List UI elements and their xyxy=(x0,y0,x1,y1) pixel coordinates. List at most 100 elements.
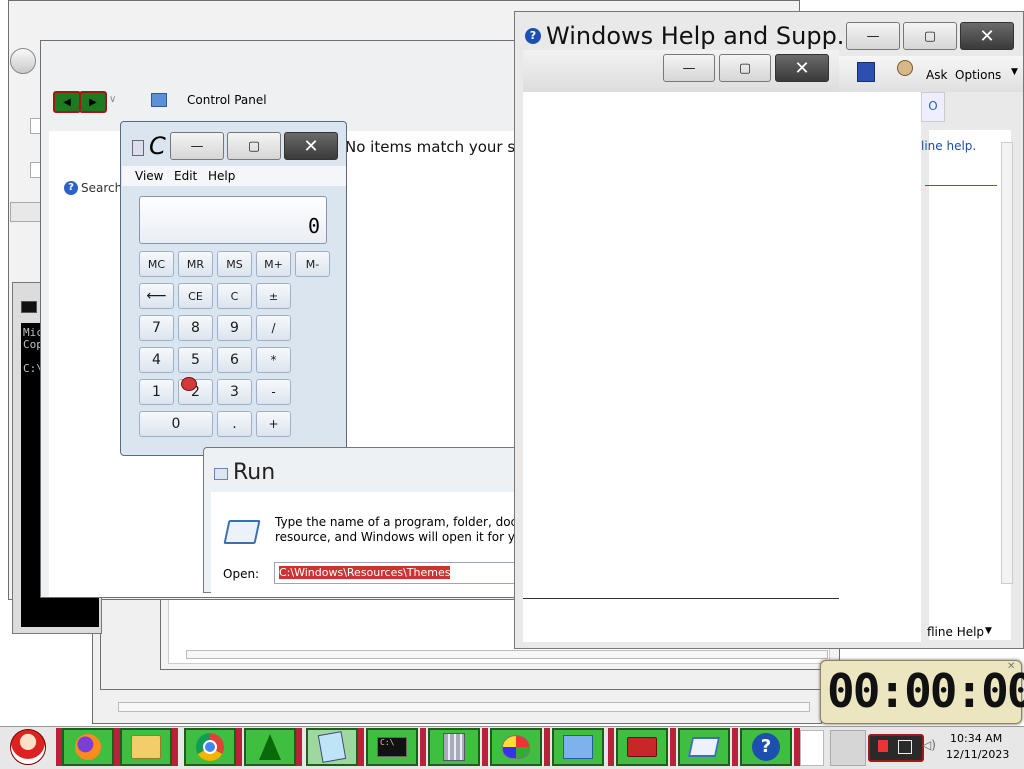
calculator-minimize-button[interactable]: — xyxy=(170,132,224,160)
nested-minimize-button[interactable]: — xyxy=(663,54,715,82)
volume-icon[interactable]: ◁) xyxy=(922,738,936,752)
taskbar-run[interactable] xyxy=(678,728,730,766)
nested-maximize-button[interactable]: ▢ xyxy=(719,54,771,82)
run-dialog: Run Type the name of a program, folder, … xyxy=(203,447,549,593)
cmd-icon: C:\ xyxy=(377,737,407,757)
start-button[interactable] xyxy=(2,726,54,768)
taskbar-divider xyxy=(732,728,738,766)
run-title: Run xyxy=(233,460,276,485)
left-background-window-orb[interactable] xyxy=(10,48,36,74)
options-link[interactable]: Options xyxy=(955,68,1001,82)
calculator-title: C xyxy=(149,132,166,160)
taskbar-paint[interactable] xyxy=(490,728,542,766)
ms-button[interactable]: MS xyxy=(217,251,252,277)
mr-button[interactable]: MR xyxy=(178,251,213,277)
calculator-app-icon xyxy=(132,140,144,156)
calculator-close-button[interactable]: ✕ xyxy=(284,132,338,160)
address-bar-text[interactable]: Control Panel xyxy=(187,93,267,107)
taskbar-firefox[interactable] xyxy=(62,728,114,766)
calculator-maximize-button[interactable]: ▢ xyxy=(227,132,281,160)
m-plus-button[interactable]: M+ xyxy=(256,251,291,277)
digit-3-button[interactable]: 3 xyxy=(217,379,252,405)
menu-help[interactable]: Help xyxy=(208,169,235,183)
taskbar-control-panel[interactable] xyxy=(552,728,604,766)
ask-icon[interactable] xyxy=(897,60,913,76)
help-scrollbar[interactable] xyxy=(1001,142,1013,584)
taskbar-help[interactable]: ? xyxy=(740,728,792,766)
plus-button[interactable]: + xyxy=(256,411,291,437)
backspace-button[interactable]: ⟵ xyxy=(139,283,174,309)
background-window-front-scrollbar[interactable] xyxy=(186,650,828,659)
nested-close-button[interactable]: ✕ xyxy=(775,54,829,82)
taskbar-notepad[interactable] xyxy=(306,728,358,766)
mc-button[interactable]: MC xyxy=(139,251,174,277)
run-icon xyxy=(223,520,261,544)
help-content-right xyxy=(929,130,1011,640)
clear-button[interactable]: C xyxy=(217,283,252,309)
forward-button[interactable]: ▶ xyxy=(79,91,107,113)
history-dropdown-icon[interactable]: ∨ xyxy=(109,94,116,105)
back-button[interactable]: ◀ xyxy=(53,91,81,113)
taskbar-divider xyxy=(544,728,550,766)
taskbar-divider xyxy=(296,728,302,766)
digit-1-button[interactable]: 1 xyxy=(139,379,174,405)
calculator-window: C — ▢ ✕ View Edit Help 0 MC MR MS M+ M- … xyxy=(120,121,347,456)
help-search-button[interactable]: O xyxy=(921,92,945,122)
plus-minus-button[interactable]: ± xyxy=(256,283,291,309)
digit-4-button[interactable]: 4 xyxy=(139,347,174,373)
tree-icon xyxy=(259,734,281,760)
online-help-link[interactable]: line help. xyxy=(921,139,976,153)
options-dropdown-icon[interactable]: ▼ xyxy=(1011,67,1018,77)
help-window: ? Windows Help and Supp... — ▢ ✕ Ask Opt… xyxy=(514,11,1024,649)
digit-6-button[interactable]: 6 xyxy=(217,347,252,373)
divide-button[interactable]: / xyxy=(256,315,291,341)
taskbar-explorer[interactable] xyxy=(120,728,172,766)
taskbar-christmas-tree[interactable] xyxy=(244,728,296,766)
timer-widget[interactable]: 00:00:00 ✕ xyxy=(820,660,1024,724)
help-close-button[interactable]: ✕ xyxy=(960,22,1014,50)
ce-button[interactable]: CE xyxy=(178,283,213,309)
taskbar-toolbox[interactable] xyxy=(616,728,668,766)
open-label: Open: xyxy=(223,567,260,581)
ask-link[interactable]: Ask xyxy=(926,68,947,82)
digit-5-button[interactable]: 5 xyxy=(178,347,213,373)
help-maximize-button[interactable]: ▢ xyxy=(903,22,957,50)
tray-flag-icon[interactable] xyxy=(868,734,924,762)
search-link[interactable]: Search xyxy=(81,181,122,195)
digit-7-button[interactable]: 7 xyxy=(139,315,174,341)
run-title-icon xyxy=(214,468,228,480)
taskbar-divider xyxy=(236,728,242,766)
clock-date[interactable]: 12/11/2023 xyxy=(946,748,1009,761)
menu-view[interactable]: View xyxy=(135,169,163,183)
background-window-outer-scrollbar[interactable] xyxy=(118,702,810,712)
clock-time[interactable]: 10:34 AM xyxy=(950,732,1002,745)
digit-9-button[interactable]: 9 xyxy=(217,315,252,341)
minus-button[interactable]: - xyxy=(256,379,291,405)
decimal-button[interactable]: . xyxy=(217,411,252,437)
m-minus-button[interactable]: M- xyxy=(295,251,330,277)
calculator-display: 0 xyxy=(139,196,327,244)
help-title-icon: ? xyxy=(525,28,541,44)
taskbar-calculator[interactable] xyxy=(428,728,480,766)
search-help-icon: ? xyxy=(64,181,78,195)
taskbar-divider xyxy=(420,728,426,766)
help-minimize-button[interactable]: — xyxy=(846,22,900,50)
mouse-cursor-icon xyxy=(181,377,197,391)
digit-0-button[interactable]: 0 xyxy=(139,411,213,437)
taskbar-chrome[interactable] xyxy=(184,728,236,766)
menu-edit[interactable]: Edit xyxy=(174,169,197,183)
help-book-icon[interactable] xyxy=(857,62,875,82)
offline-help-dropdown-icon[interactable]: ▼ xyxy=(985,626,992,636)
offline-help-button[interactable]: fline Help xyxy=(927,625,984,639)
online-help-underline xyxy=(925,185,997,186)
chrome-icon xyxy=(196,733,224,761)
timer-close-icon[interactable]: ✕ xyxy=(1007,661,1015,672)
help-content xyxy=(523,92,921,642)
taskbar-cmd[interactable]: C:\ xyxy=(366,728,418,766)
show-desktop-area[interactable] xyxy=(800,730,824,766)
calculator-icon xyxy=(443,733,465,761)
multiply-button[interactable]: * xyxy=(256,347,291,373)
notepad-icon xyxy=(317,731,347,763)
open-input[interactable]: C:\Windows\Resources\Themes xyxy=(274,562,520,584)
digit-8-button[interactable]: 8 xyxy=(178,315,213,341)
